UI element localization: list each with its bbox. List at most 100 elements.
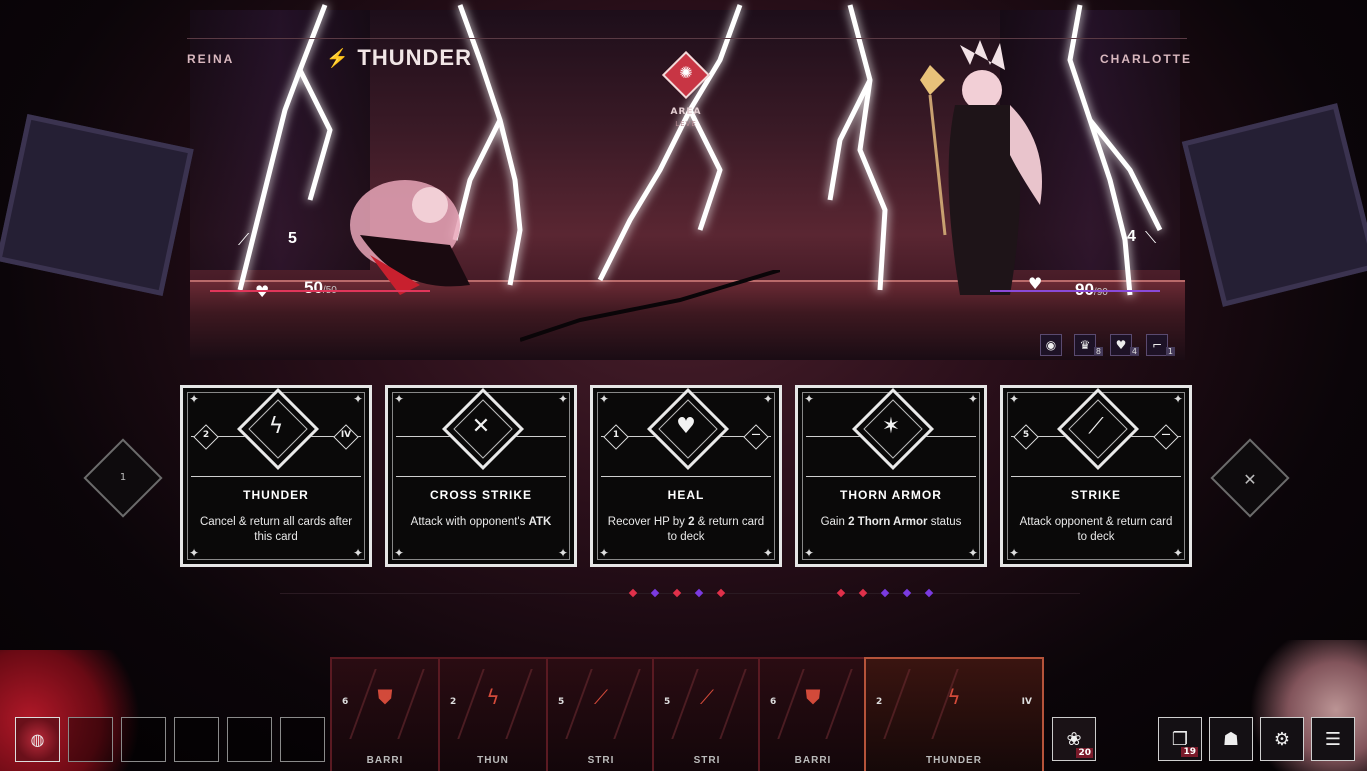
card-cost: 1 [612,430,620,440]
card-corner: ✦ [803,392,815,406]
discard-pile-count: 19 [1181,747,1198,757]
spell-card[interactable]: ✦ ✦ ✦ ✦ ϟ 2 IV THUNDER Cancel & return all … [180,385,372,567]
spell-card[interactable]: ✦ ✦ ✦ ✦ ✶ THORN ARMOR Gain 2 Thorn Armor … [795,385,987,567]
hand-card-name: THUN [477,755,509,766]
card-title: THUNDER [243,488,309,502]
queue-indicator-left [628,588,726,598]
item-slot-2[interactable] [68,717,113,762]
character-button[interactable]: ☗ [1209,717,1253,761]
status-effect-count: 8 [1093,347,1103,356]
eye-icon: ◉ [1045,338,1057,352]
item-slot-3[interactable] [121,717,166,762]
current-spell-name: THUNDER [357,45,472,70]
hand-card[interactable]: 2 ϟ THUN [438,657,548,771]
status-effect-count: 4 [1129,347,1139,356]
card-rule [191,476,361,477]
item-slot-1[interactable]: ◍ [15,717,60,762]
card-rule [396,476,566,477]
item-slots: ◍ [15,717,325,762]
player-hp-value: 50 [304,278,323,297]
hand-card[interactable]: 6 ⛊ BARRI [758,657,868,771]
card-corner: ✦ [598,546,610,560]
bookshelf-left [0,113,194,297]
card-rule [1011,476,1181,477]
character-icon: ☗ [1222,728,1240,750]
potion-icon: ◍ [30,730,45,749]
cross-swords-icon: ✕ [1243,470,1257,489]
player-hp: 50/50 [304,278,337,298]
bookshelf-right [1181,103,1367,307]
card-corner: ✦ [1172,546,1184,560]
snowflake-icon: ✺ [679,63,693,82]
shield-icon: ⛊ [805,685,821,709]
card-corner: ✦ [1008,392,1020,406]
card-cost: 5 [1022,430,1030,440]
menu-icon: ☰ [1324,728,1342,750]
deck-count: 20 [1076,748,1093,758]
area-label: AREA [670,107,702,117]
card-rule [601,476,771,477]
sword-icon: ⟋ [594,685,608,709]
hand-card[interactable]: 5 ⟋ STRI [652,657,762,771]
player-hand: 6 ⛊ BARRI 2 ϟ THUN 5 ⟋ STRI 5 ⟋ STRI 6 ⛊… [330,657,1045,771]
settings-icon: ⚙ [1273,728,1291,750]
draw-deck-button[interactable]: ❀ 20 [1052,717,1096,761]
opponent-status-effects: ◉ ♛ 8 ♥ 4 ⌐ 1 [1040,334,1176,356]
hand-card-level: IV [1021,697,1032,707]
spell-card[interactable]: ✦ ✦ ✦ ✦ ⟋ 5— STRIKE Attack opponent & retu… [1000,385,1192,567]
area-level-label: LEVE [675,120,697,128]
item-slot-4[interactable] [174,717,219,762]
hand-card[interactable]: 6 ⛊ BARRI [330,657,440,771]
card-corner: ✦ [967,392,979,406]
status-effect[interactable]: ♛ 8 [1074,334,1103,356]
hand-card[interactable]: 2 ϟ IV THUNDER [864,657,1044,771]
spell-queue: ✦ ✦ ✦ ✦ ϟ 2 IV THUNDER Cancel & return all … [180,385,1192,567]
card-corner: ✦ [762,546,774,560]
card-corner: ✦ [188,546,200,560]
status-effect[interactable]: ♥ 4 [1110,334,1139,356]
card-level: — [1161,430,1171,440]
spell-card[interactable]: ✦ ✦ ✦ ✦ ✕ CROSS STRIKE Attack with oppone… [385,385,577,567]
player-atk: 5 [288,230,297,247]
card-corner: ✦ [393,392,405,406]
status-effect[interactable]: ⌐ 1 [1146,334,1175,356]
card-description: Cancel & return all cards after this car… [199,516,353,543]
player-hp-bar [210,290,430,292]
hand-card[interactable]: 5 ⟋ STRI [546,657,656,771]
floor-crack [520,270,780,342]
hand-card-name: STRI [693,755,721,766]
discard-pile-button[interactable]: ❐ 19 [1158,717,1202,761]
status-effect[interactable]: ◉ [1040,334,1062,356]
status-effect-count: 1 [1165,347,1175,356]
system-buttons: ❐ 19 ☗ ⚙ ☰ [1158,717,1355,761]
reina-character [320,145,490,305]
card-corner: ✦ [762,392,774,406]
card-corner: ✦ [393,546,405,560]
bolt-icon: ϟ [486,685,500,709]
settings-button[interactable]: ⚙ [1260,717,1304,761]
opponent-atk: 4 [1127,228,1136,245]
item-slot-6[interactable] [280,717,325,762]
card-description: Recover HP by 2 & return card to deck [607,516,765,543]
menu-button[interactable]: ☰ [1311,717,1355,761]
card-corner: ✦ [1172,392,1184,406]
area-badge[interactable]: ✺ [661,50,711,100]
bolt-icon: ϟ [947,685,961,709]
card-title: CROSS STRIKE [429,488,532,502]
card-corner: ✦ [1008,546,1020,560]
player-name: REINA [187,52,235,66]
card-corner: ✦ [557,392,569,406]
card-corner: ✦ [803,546,815,560]
card-title: HEAL [667,488,705,502]
card-description: Gain 2 Thorn Armor status [820,516,962,528]
bolt-icon: ⚡ [326,47,350,68]
item-slot-5[interactable] [227,717,272,762]
card-corner: ✦ [352,546,364,560]
card-level: — [751,430,761,440]
opponent-hp-bar [990,290,1160,292]
card-corner: ✦ [557,546,569,560]
hand-card-name: STRI [587,755,615,766]
card-corner: ✦ [188,392,200,406]
card-title: STRIKE [1070,488,1121,502]
spell-card[interactable]: ✦ ✦ ✦ ✦ ♥ 1— HEAL Recover HP by 2 & return… [590,385,782,567]
